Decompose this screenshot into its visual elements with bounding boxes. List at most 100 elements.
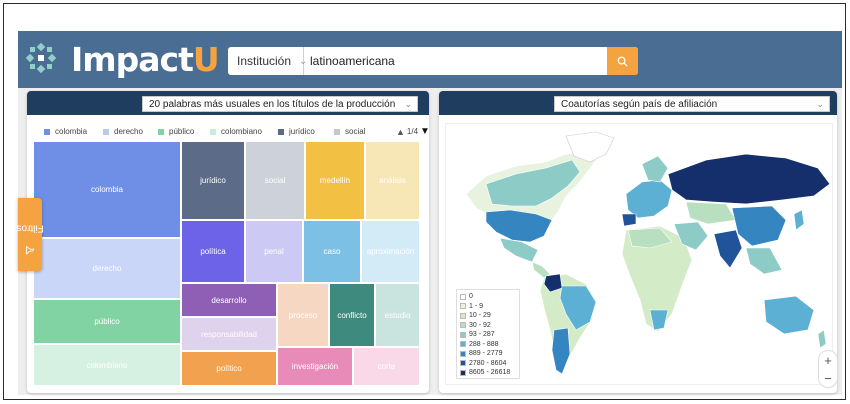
map-zoom-control: + −	[818, 350, 837, 388]
map-legend-label: 2780 - 8604	[469, 359, 507, 367]
coauthorship-metric-label: Coautorías según país de afiliación	[561, 98, 718, 110]
tile-label: colombiano	[86, 360, 128, 370]
legend-swatch	[103, 128, 109, 135]
pager-up-icon[interactable]: ▲	[396, 127, 405, 137]
legend-item[interactable]: derecho	[103, 127, 143, 136]
treemap-tile[interactable]: política	[181, 220, 245, 283]
treemap-tile[interactable]: corte	[353, 347, 420, 386]
treemap-tile[interactable]: estudio	[375, 283, 420, 347]
treemap-tile[interactable]: derecho	[33, 238, 181, 299]
treemap-tile[interactable]: social	[245, 141, 305, 220]
filters-tab[interactable]: Filtros	[16, 198, 44, 271]
treemap-tile[interactable]: colombiano	[33, 344, 181, 386]
filter-icon	[25, 245, 35, 255]
legend-label: colombiano	[221, 127, 262, 136]
map-legend-swatch	[460, 303, 466, 310]
map-region-russia	[667, 153, 831, 205]
tile-label: aproximación	[366, 247, 415, 256]
pager-down-icon[interactable]: ▼	[420, 126, 429, 137]
coauthorship-panel-header: Coautorías según país de afiliación ⌄	[439, 91, 837, 115]
tile-label: caso	[323, 247, 341, 256]
tile-label: medellín	[319, 176, 351, 185]
legend-item[interactable]: colombia	[44, 127, 87, 136]
tile-label: político	[216, 364, 242, 373]
map-region-mexico	[499, 237, 539, 263]
map-legend-swatch	[460, 350, 466, 357]
map-legend-label: 8605 - 26618	[469, 369, 511, 377]
treemap-tile[interactable]: colombia	[33, 141, 181, 238]
treemap-tile[interactable]: análisis	[365, 141, 420, 220]
search-scope-select[interactable]: Institución ⌄	[228, 47, 307, 75]
tile-label: corte	[377, 362, 396, 371]
tile-label: jurídico	[200, 176, 226, 185]
map-region-china	[731, 205, 787, 247]
search-bar: Institución ⌄	[228, 47, 638, 75]
map-legend-label: 1 - 9	[469, 302, 484, 310]
treemap-tile[interactable]: investigación	[277, 347, 353, 386]
map-region-australia	[763, 295, 815, 335]
treemap-tile[interactable]: penal	[245, 220, 303, 283]
world-map[interactable]: 0 1 - 9 10 - 29 30 - 92 93 - 287 288 - 8…	[445, 123, 837, 388]
brand-title: ImpactU	[71, 40, 220, 79]
map-legend-label: 288 - 888	[469, 340, 499, 348]
app: ImpactU Institución ⌄ 20 palabras más us…	[16, 31, 842, 395]
treemap-tile[interactable]: político	[181, 351, 277, 386]
legend-item[interactable]: público	[158, 127, 194, 136]
search-button[interactable]	[607, 47, 638, 75]
map-legend-label: 30 - 92	[469, 321, 491, 329]
treemap-tile[interactable]: jurídico	[181, 141, 245, 220]
coauthorship-panel: Coautorías según país de afiliación ⌄ 0 …	[439, 91, 837, 393]
treemap-tile[interactable]: público	[33, 299, 181, 344]
zoom-in-button[interactable]: +	[824, 353, 832, 368]
legend-item[interactable]: colombiano	[210, 127, 262, 136]
treemap-tile[interactable]: medellín	[305, 141, 365, 220]
legend-swatch	[278, 128, 284, 135]
legend-swatch	[158, 128, 164, 135]
tile-label: proceso	[288, 310, 318, 320]
map-legend-swatch	[460, 322, 466, 329]
map-legend-swatch	[460, 360, 466, 367]
legend-label: jurídico	[289, 127, 315, 136]
treemap-tile[interactable]: conflicto	[329, 283, 375, 347]
words-treemap: colombia derecho público colombiano jurí…	[33, 141, 420, 386]
tile-label: desarrollo	[211, 295, 247, 305]
legend-swatch	[334, 128, 340, 135]
legend-pager: ▲ 1/4 ▼	[396, 126, 429, 137]
tile-label: análisis	[379, 176, 406, 185]
map-region-europe	[625, 179, 673, 219]
tile-label: investigación	[291, 362, 339, 371]
map-region-spain	[621, 213, 637, 227]
map-legend: 0 1 - 9 10 - 29 30 - 92 93 - 287 288 - 8…	[456, 289, 520, 379]
tile-label: derecho	[92, 264, 122, 273]
map-region-new-zealand	[817, 329, 827, 349]
coauthorship-metric-select[interactable]: Coautorías según país de afiliación ⌄	[554, 96, 830, 112]
search-scope-label: Institución	[237, 54, 292, 68]
map-legend-swatch	[460, 293, 466, 300]
map-legend-swatch	[460, 341, 466, 348]
legend-label: colombia	[55, 127, 88, 136]
map-legend-label: 889 - 2779	[469, 350, 503, 358]
words-metric-select[interactable]: 20 palabras más usuales en los títulos d…	[142, 96, 418, 112]
treemap-tile[interactable]: caso	[303, 220, 361, 283]
legend-item[interactable]: jurídico	[278, 127, 315, 136]
zoom-out-button[interactable]: −	[824, 371, 832, 386]
logo-icon	[26, 43, 56, 73]
legend-swatch	[44, 128, 50, 135]
map-legend-swatch	[460, 331, 466, 338]
legend-item[interactable]: social	[334, 127, 365, 136]
tile-label: conflicto	[337, 310, 367, 320]
screenshot-frame: ImpactU Institución ⌄ 20 palabras más us…	[3, 3, 846, 400]
treemap-tile[interactable]: responsabilidad	[181, 317, 277, 351]
legend-swatch	[210, 128, 216, 135]
map-legend-item: 10 - 29	[460, 311, 516, 321]
treemap-tile[interactable]: desarrollo	[181, 283, 277, 317]
treemap-tile[interactable]: aproximación	[361, 220, 420, 283]
tile-label: social	[264, 176, 286, 185]
map-legend-swatch	[460, 369, 466, 376]
tile-label: penal	[264, 247, 284, 256]
treemap-tile[interactable]: proceso	[277, 283, 329, 347]
search-input[interactable]	[310, 47, 600, 75]
map-legend-label: 0	[469, 293, 473, 301]
legend-label: público	[169, 127, 195, 136]
chevron-down-icon: ⌄	[404, 99, 412, 109]
